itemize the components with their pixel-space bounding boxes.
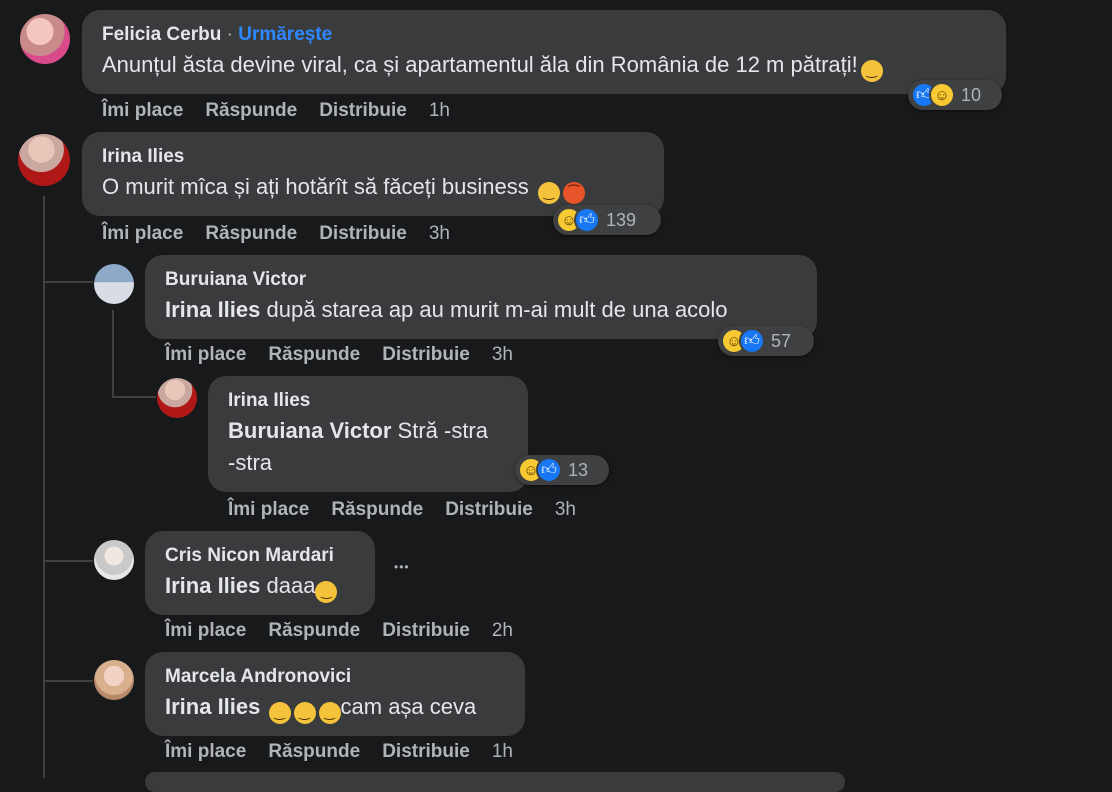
next-comment-bubble bbox=[145, 772, 845, 792]
author-name[interactable]: Irina Ilies bbox=[228, 390, 508, 412]
reaction-count: 139 bbox=[606, 209, 637, 230]
upside-down-face-icon: ‿ bbox=[537, 182, 560, 204]
comment-bubble: Irina Ilies Buruiana Victor Stră -stra -… bbox=[208, 376, 528, 492]
comment-text: după starea ap au murit m-ai mult de una… bbox=[260, 297, 728, 322]
more-options-icon[interactable]: ••• bbox=[394, 560, 410, 574]
share-action[interactable]: Distribuie bbox=[319, 100, 407, 122]
like-action[interactable]: Îmi place bbox=[102, 223, 183, 245]
reaction-count: 13 bbox=[568, 459, 589, 480]
reaction-summary[interactable]: ☺ 👍︎ 139 bbox=[553, 205, 661, 235]
grin-emoji-icon: ‿ bbox=[860, 60, 883, 82]
author-name[interactable]: Marcela Andronovici bbox=[165, 666, 505, 688]
avatar[interactable] bbox=[94, 660, 134, 700]
like-action[interactable]: Îmi place bbox=[165, 344, 246, 366]
rofl-icon: ‿ bbox=[268, 702, 291, 724]
thread-line-sub bbox=[112, 310, 114, 398]
avatar[interactable] bbox=[157, 378, 197, 418]
comment-text: O murit mîca și ați hotărît să fǎceți bu… bbox=[102, 174, 529, 199]
follow-link[interactable]: Urmărește bbox=[238, 24, 332, 45]
thread-branch-4 bbox=[43, 680, 93, 682]
tears-of-joy-icon: ‿ bbox=[315, 581, 338, 603]
comment-bubble: Cris Nicon Mardari Irina Ilies daaa ‿ bbox=[145, 531, 375, 615]
timestamp[interactable]: 3h bbox=[429, 223, 450, 245]
comment-text: daaa bbox=[260, 573, 316, 598]
share-action[interactable]: Distribuie bbox=[382, 620, 470, 642]
like-action[interactable]: Îmi place bbox=[165, 741, 246, 763]
reaction-summary[interactable]: ☺ 👍︎ 57 bbox=[718, 326, 814, 356]
thread-branch-2 bbox=[112, 396, 156, 398]
author-name[interactable]: Cris Nicon Mardari bbox=[165, 545, 355, 567]
reply-action[interactable]: Răspunde bbox=[268, 620, 360, 642]
reply-action[interactable]: Răspunde bbox=[268, 344, 360, 366]
comment-text-line1: Stră -stra bbox=[391, 418, 488, 443]
timestamp[interactable]: 1h bbox=[429, 100, 450, 122]
like-icon: 👍︎ bbox=[574, 207, 600, 233]
haha-icon: ☺ bbox=[929, 82, 955, 108]
mention-link[interactable]: Buruiana Victor bbox=[228, 418, 391, 443]
separator-dot: · bbox=[226, 24, 233, 45]
avatar[interactable] bbox=[18, 134, 70, 186]
share-action[interactable]: Distribuie bbox=[382, 741, 470, 763]
reply-action[interactable]: Răspunde bbox=[331, 499, 423, 521]
avatar[interactable] bbox=[20, 14, 70, 64]
comment-bubble: Irina Ilies O murit mîca și ați hotărît … bbox=[82, 132, 664, 216]
share-action[interactable]: Distribuie bbox=[319, 223, 407, 245]
reaction-summary[interactable]: ☺ 👍︎ 13 bbox=[515, 455, 609, 485]
timestamp[interactable]: 3h bbox=[492, 344, 513, 366]
mention-link[interactable]: Irina Ilies bbox=[165, 297, 260, 322]
rofl-icon: ‿ bbox=[318, 702, 341, 724]
mention-link[interactable]: Irina Ilies bbox=[165, 694, 260, 719]
reply-action[interactable]: Răspunde bbox=[205, 100, 297, 122]
comment-bubble: Marcela Andronovici Irina Ilies ‿ ‿ ‿ cam a… bbox=[145, 652, 525, 736]
like-action[interactable]: Îmi place bbox=[102, 100, 183, 122]
timestamp[interactable]: 1h bbox=[492, 741, 513, 763]
reply-action[interactable]: Răspunde bbox=[205, 223, 297, 245]
timestamp[interactable]: 2h bbox=[492, 620, 513, 642]
avatar[interactable] bbox=[94, 540, 134, 580]
comment-text: Anunțul ăsta devine viral, ca și apartam… bbox=[102, 52, 858, 77]
timestamp[interactable]: 3h bbox=[555, 499, 576, 521]
like-action[interactable]: Îmi place bbox=[228, 499, 309, 521]
like-icon: 👍︎ bbox=[536, 457, 562, 483]
rofl-icon: ‿ bbox=[293, 702, 316, 724]
like-icon: 👍︎ bbox=[739, 328, 765, 354]
comment-bubble: Felicia Cerbu · Urmărește Anunțul ăsta d… bbox=[82, 10, 1006, 94]
comment-text-line2: -stra bbox=[228, 450, 272, 475]
comment-text: cam așa ceva bbox=[340, 694, 477, 719]
author-name[interactable]: Irina Ilies bbox=[102, 146, 644, 168]
author-name[interactable]: Buruiana Victor bbox=[165, 269, 797, 291]
comment-bubble: Buruiana Victor Irina Ilies după starea … bbox=[145, 255, 817, 339]
reply-action[interactable]: Răspunde bbox=[268, 741, 360, 763]
thread-line-main bbox=[43, 196, 45, 778]
thread-branch-3 bbox=[43, 560, 93, 562]
reaction-summary[interactable]: 👍︎ ☺ 10 bbox=[908, 80, 1002, 110]
like-action[interactable]: Îmi place bbox=[165, 620, 246, 642]
share-action[interactable]: Distribuie bbox=[445, 499, 533, 521]
reaction-count: 57 bbox=[771, 330, 792, 351]
angry-face-icon: ⁀ bbox=[562, 182, 585, 204]
mention-link[interactable]: Irina Ilies bbox=[165, 573, 260, 598]
avatar[interactable] bbox=[94, 264, 134, 304]
reaction-count: 10 bbox=[961, 84, 982, 105]
author-name[interactable]: Felicia Cerbu bbox=[102, 24, 221, 45]
thread-branch-1 bbox=[43, 281, 93, 283]
share-action[interactable]: Distribuie bbox=[382, 344, 470, 366]
